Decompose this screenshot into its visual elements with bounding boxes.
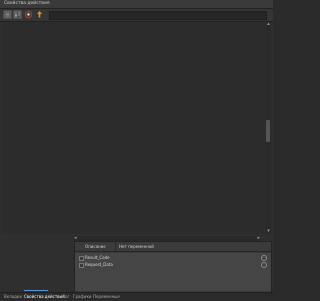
list-item[interactable]: Result_Code	[77, 255, 269, 261]
tab-tabs[interactable]: Вкладки	[4, 294, 22, 300]
active-tab-indicator	[24, 290, 48, 291]
list-item-label: Result_Code	[85, 255, 110, 260]
vertical-scroll-thumb[interactable]	[266, 120, 270, 142]
help-icon[interactable]	[24, 10, 33, 19]
properties-workspace	[2, 22, 266, 234]
tab-action-properties[interactable]: Свойства действия	[24, 294, 65, 300]
pin-icon[interactable]	[35, 10, 44, 19]
tab-variables[interactable]: Переменные	[93, 294, 120, 300]
panel-title: Свойства действия	[4, 1, 50, 6]
description-row: Описание Нет переменной	[75, 242, 271, 252]
action-properties-panel: Свойства действия ▴ ▾ ◂ ▸ Описание Нет п…	[0, 0, 273, 301]
description-value: Нет переменной	[119, 244, 154, 249]
tab-charts[interactable]: Графики	[73, 294, 91, 300]
radio-icon[interactable]	[261, 255, 267, 261]
list-item-label: Request_Data	[85, 262, 113, 267]
tab-log[interactable]: Лог	[62, 294, 70, 300]
radio-icon[interactable]	[261, 262, 267, 268]
checkbox[interactable]	[79, 256, 84, 261]
description-label: Описание	[85, 244, 106, 249]
scroll-up-icon[interactable]: ▴	[266, 22, 271, 27]
property-list: Result_Code Request_Data	[75, 253, 271, 291]
search-input[interactable]	[49, 11, 267, 20]
toolbar	[0, 9, 273, 22]
properties-grid: Описание Нет переменной Result_Code Requ…	[74, 241, 272, 293]
scroll-down-icon[interactable]: ▾	[266, 229, 271, 234]
column-divider[interactable]	[115, 242, 116, 251]
properties-icon[interactable]	[3, 10, 12, 19]
panel-titlebar: Свойства действия	[0, 0, 273, 9]
checkbox[interactable]	[79, 263, 84, 268]
sort-icon[interactable]	[13, 10, 22, 19]
list-item[interactable]: Request_Data	[77, 262, 269, 268]
